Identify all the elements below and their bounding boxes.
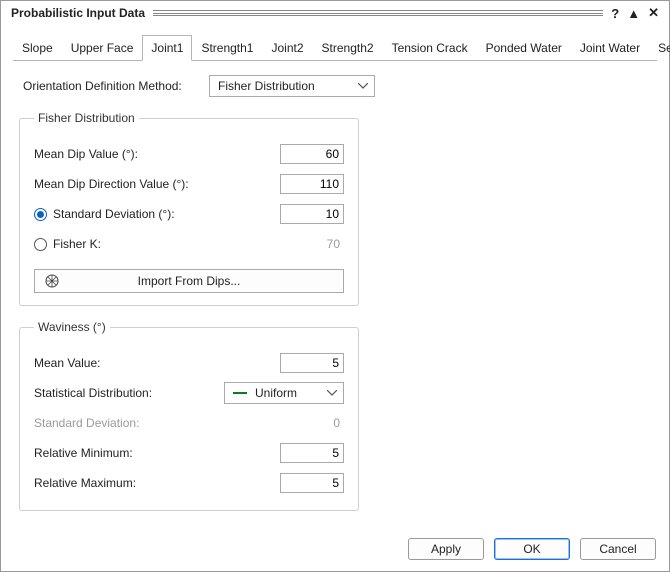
fisher-group-legend: Fisher Distribution	[34, 111, 139, 125]
import-from-dips-label: Import From Dips...	[138, 274, 241, 288]
mean-dip-dir-label: Mean Dip Direction Value (°):	[34, 177, 272, 191]
orientation-method-label: Orientation Definition Method:	[19, 79, 209, 93]
std-dev-label: Standard Deviation (°):	[53, 207, 175, 221]
uniform-swatch-icon	[233, 392, 247, 394]
chevron-down-icon	[358, 83, 368, 89]
orientation-method-combo[interactable]: Fisher Distribution	[209, 75, 375, 97]
waviness-relmin-label: Relative Minimum:	[34, 446, 272, 460]
tab-slope[interactable]: Slope	[13, 35, 62, 61]
tab-strip: SlopeUpper FaceJoint1Strength1Joint2Stre…	[1, 29, 669, 61]
tab-strength2[interactable]: Strength2	[313, 35, 383, 61]
ok-button[interactable]: OK	[494, 538, 570, 560]
tab-upper-face[interactable]: Upper Face	[62, 35, 143, 61]
waviness-std-value: 0	[280, 416, 344, 430]
std-dev-radio-icon	[34, 208, 47, 221]
dips-icon	[45, 274, 59, 288]
waviness-group: Waviness (°) Mean Value: Statistical Dis…	[19, 320, 359, 511]
waviness-relmax-label: Relative Maximum:	[34, 476, 272, 490]
fisher-k-option[interactable]: Fisher K:	[34, 237, 272, 251]
titlebar-divider	[153, 10, 603, 16]
mean-dip-dir-input[interactable]	[280, 174, 344, 194]
collapse-icon[interactable]: ▲	[627, 6, 640, 21]
waviness-std-label: Standard Deviation:	[34, 416, 272, 430]
fisher-k-radio-icon	[34, 238, 47, 251]
titlebar: Probabilistic Input Data ? ▲ ✕	[1, 1, 669, 29]
tab-joint1[interactable]: Joint1	[142, 35, 192, 61]
import-from-dips-button[interactable]: Import From Dips...	[34, 269, 344, 293]
dialog-footer: Apply OK Cancel	[408, 538, 656, 560]
tab-joint-water[interactable]: Joint Water	[571, 35, 649, 61]
tab-tension-crack[interactable]: Tension Crack	[383, 35, 477, 61]
chevron-down-icon	[327, 390, 337, 396]
cancel-button[interactable]: Cancel	[580, 538, 656, 560]
fisher-distribution-group: Fisher Distribution Mean Dip Value (°): …	[19, 111, 359, 306]
waviness-relmax-input[interactable]	[280, 473, 344, 493]
fisher-k-value: 70	[280, 237, 344, 251]
tab-content-joint1: Orientation Definition Method: Fisher Di…	[13, 60, 657, 535]
tab-seismic[interactable]: Seismic	[649, 35, 670, 61]
fisher-k-label: Fisher K:	[53, 237, 101, 251]
tab-joint2[interactable]: Joint2	[262, 35, 312, 61]
std-dev-input[interactable]	[280, 204, 344, 224]
waviness-relmin-input[interactable]	[280, 443, 344, 463]
mean-dip-label: Mean Dip Value (°):	[34, 147, 272, 161]
mean-dip-input[interactable]	[280, 144, 344, 164]
waviness-dist-label: Statistical Distribution:	[34, 386, 216, 400]
waviness-dist-value: Uniform	[255, 386, 297, 400]
apply-button[interactable]: Apply	[408, 538, 484, 560]
tab-strength1[interactable]: Strength1	[192, 35, 262, 61]
std-dev-option[interactable]: Standard Deviation (°):	[34, 207, 272, 221]
waviness-mean-label: Mean Value:	[34, 356, 272, 370]
waviness-mean-input[interactable]	[280, 353, 344, 373]
window-title: Probabilistic Input Data	[11, 6, 145, 20]
help-icon[interactable]: ?	[611, 6, 619, 21]
orientation-method-value: Fisher Distribution	[218, 79, 315, 93]
tab-ponded-water[interactable]: Ponded Water	[477, 35, 571, 61]
close-icon[interactable]: ✕	[648, 5, 659, 21]
waviness-dist-combo[interactable]: Uniform	[224, 382, 344, 404]
waviness-group-legend: Waviness (°)	[34, 320, 110, 334]
